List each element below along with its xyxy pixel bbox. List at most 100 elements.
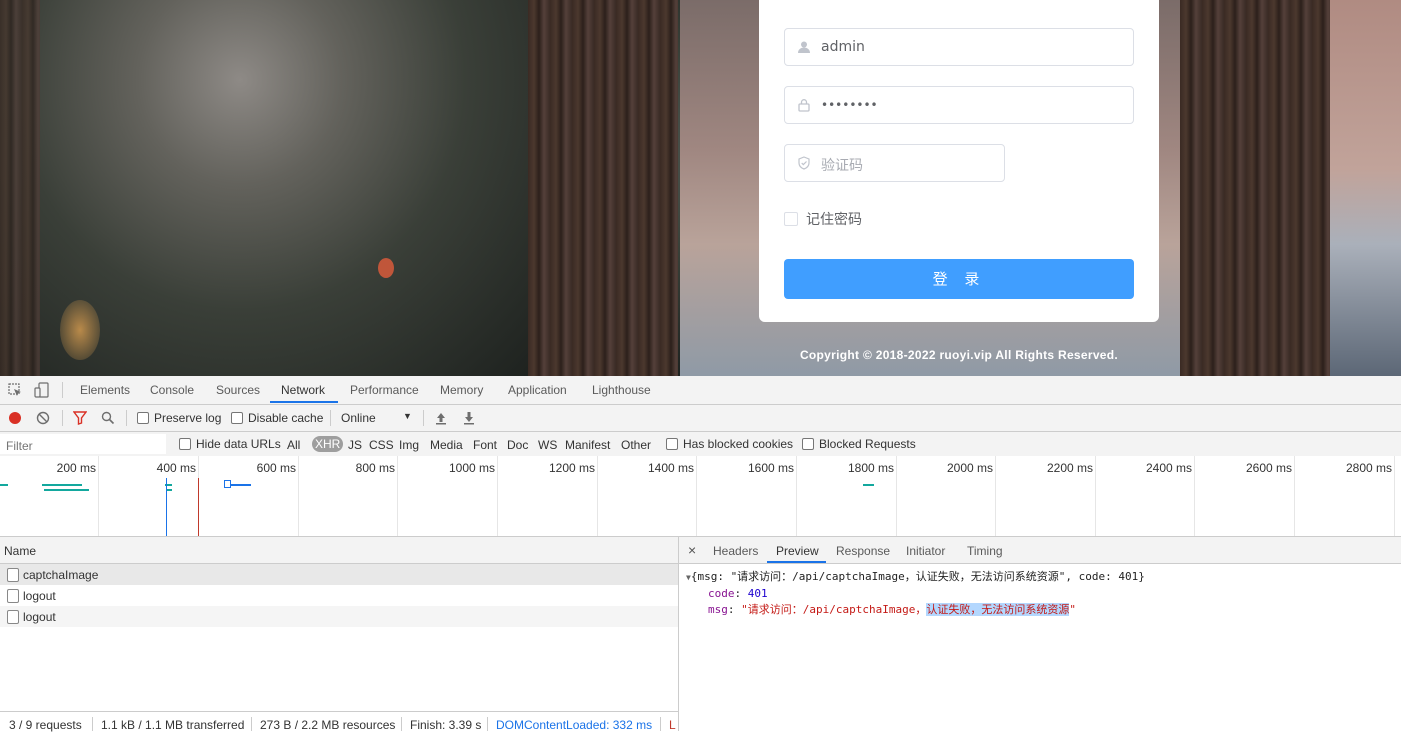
throttle-value: Online xyxy=(341,411,376,425)
tab-timing[interactable]: Timing xyxy=(967,544,1003,558)
waterfall-bar xyxy=(44,489,89,491)
timeline-gridline xyxy=(796,456,797,536)
status-separator xyxy=(251,717,252,731)
filter-input[interactable]: Filter xyxy=(0,434,166,454)
bokeh-light xyxy=(60,300,100,360)
device-toolbar-icon[interactable] xyxy=(34,382,50,398)
timeline-gridline xyxy=(597,456,598,536)
blocked-requests-checkbox[interactable] xyxy=(802,438,814,450)
has-blocked-cookies-checkbox[interactable] xyxy=(666,438,678,450)
export-har-icon[interactable] xyxy=(462,411,476,425)
filter-type-img[interactable]: Img xyxy=(399,438,419,452)
panel-divider[interactable] xyxy=(678,537,679,731)
preserve-log-toggle[interactable]: Preserve log xyxy=(137,411,221,425)
password-value: •••••••• xyxy=(821,98,878,112)
json-value-msg-end: " xyxy=(1069,603,1076,616)
json-value-msg-selected: 认证失败，无法访问系统资源 xyxy=(926,603,1070,616)
throttle-select[interactable]: Online ▼ xyxy=(341,411,413,425)
request-list-header[interactable]: Name xyxy=(0,537,678,564)
filter-type-font[interactable]: Font xyxy=(473,438,497,452)
timeline-tick-label: 600 ms xyxy=(256,461,296,475)
tab-initiator[interactable]: Initiator xyxy=(906,544,945,558)
timeline-tick-label: 1200 ms xyxy=(548,461,595,475)
json-key-msg: msg xyxy=(708,603,728,616)
inspect-element-icon[interactable] xyxy=(8,383,22,397)
tab-response[interactable]: Response xyxy=(836,544,890,558)
password-field[interactable]: •••••••• xyxy=(784,86,1134,124)
tab-application[interactable]: Application xyxy=(508,383,567,397)
hide-data-urls-toggle[interactable]: Hide data URLs xyxy=(179,437,281,451)
timeline-gridline xyxy=(298,456,299,536)
filter-type-media[interactable]: Media xyxy=(430,438,463,452)
request-row[interactable]: logout xyxy=(0,585,678,606)
tab-headers[interactable]: Headers xyxy=(713,544,758,558)
tab-elements[interactable]: Elements xyxy=(80,383,130,397)
clear-icon[interactable] xyxy=(36,411,50,425)
captcha-field[interactable]: 验证码 xyxy=(784,144,1005,182)
timeline-gridline xyxy=(98,456,99,536)
remember-password[interactable]: 记住密码 xyxy=(784,209,862,229)
disable-cache-toggle[interactable]: Disable cache xyxy=(231,411,323,425)
login-button[interactable]: 登 录 xyxy=(784,259,1134,299)
user-icon xyxy=(798,41,810,53)
filter-type-doc[interactable]: Doc xyxy=(507,438,528,452)
timeline-tick-label: 2000 ms xyxy=(946,461,993,475)
disable-cache-checkbox[interactable] xyxy=(231,412,243,424)
search-icon[interactable] xyxy=(101,411,115,425)
timeline-tick-label: 2600 ms xyxy=(1245,461,1292,475)
request-row[interactable]: logout xyxy=(0,606,678,627)
copyright-text: Copyright © 2018-2022 ruoyi.vip All Righ… xyxy=(799,348,1119,362)
filter-type-manifest[interactable]: Manifest xyxy=(565,438,610,452)
preview-json-tree[interactable]: ▼{msg: "请求访问：/api/captchaImage，认证失败，无法访问… xyxy=(686,569,1145,618)
username-value: admin xyxy=(821,39,865,55)
tab-performance[interactable]: Performance xyxy=(350,383,419,397)
filter-type-ws[interactable]: WS xyxy=(538,438,557,452)
json-code-line: code: 401 xyxy=(708,587,768,600)
blocked-requests-label: Blocked Requests xyxy=(819,437,916,451)
timeline-tick-label: 2200 ms xyxy=(1046,461,1093,475)
has-blocked-cookies-toggle[interactable]: Has blocked cookies xyxy=(666,437,793,451)
status-domcontentloaded: DOMContentLoaded: 332 ms xyxy=(496,718,653,732)
filter-type-js[interactable]: JS xyxy=(348,438,362,452)
network-overview-timeline[interactable]: 200 ms 400 ms 600 ms 800 ms 1000 ms 1200… xyxy=(0,456,1401,537)
wood-post-right xyxy=(1180,0,1330,376)
import-har-icon[interactable] xyxy=(434,411,448,425)
tab-network[interactable]: Network xyxy=(281,383,325,397)
waterfall-bar xyxy=(0,484,8,486)
status-load: L xyxy=(669,718,676,732)
status-transferred: 1.1 kB / 1.1 MB transferred xyxy=(101,718,245,732)
tab-sources[interactable]: Sources xyxy=(216,383,260,397)
preserve-log-label: Preserve log xyxy=(154,411,222,425)
hide-data-urls-checkbox[interactable] xyxy=(179,438,191,450)
request-name: logout xyxy=(23,589,56,603)
filter-type-other[interactable]: Other xyxy=(621,438,651,452)
timeline-gridline xyxy=(1394,456,1395,536)
disable-cache-label: Disable cache xyxy=(248,411,324,425)
waterfall-bar xyxy=(42,484,82,486)
devtools-tabbar: Elements Console Sources Network Perform… xyxy=(0,376,1401,405)
preserve-log-checkbox[interactable] xyxy=(137,412,149,424)
name-column-header[interactable]: Name xyxy=(4,544,36,558)
filter-bar: Filter Hide data URLs All XHR JS CSS Img… xyxy=(0,432,1401,457)
filter-icon[interactable] xyxy=(73,411,87,425)
filter-type-css[interactable]: CSS xyxy=(369,438,394,452)
remember-checkbox[interactable] xyxy=(784,212,798,226)
tab-console[interactable]: Console xyxy=(150,383,194,397)
blocked-requests-toggle[interactable]: Blocked Requests xyxy=(802,437,916,451)
timeline-gridline xyxy=(995,456,996,536)
filter-type-all[interactable]: All xyxy=(287,438,300,452)
bokeh-light xyxy=(378,258,394,278)
tab-preview[interactable]: Preview xyxy=(776,544,819,558)
timeline-tick-label: 1000 ms xyxy=(448,461,495,475)
request-row[interactable]: captchaImage xyxy=(0,564,678,585)
timeline-gridline xyxy=(1294,456,1295,536)
record-icon[interactable] xyxy=(8,411,22,425)
json-summary-line[interactable]: ▼{msg: "请求访问：/api/captchaImage，认证失败，无法访问… xyxy=(686,569,1145,586)
tab-lighthouse[interactable]: Lighthouse xyxy=(592,383,651,397)
timeline-tick-label: 800 ms xyxy=(355,461,395,475)
username-field[interactable]: admin xyxy=(784,28,1134,66)
json-summary: {msg: "请求访问：/api/captchaImage，认证失败，无法访问系… xyxy=(690,570,1145,583)
tab-memory[interactable]: Memory xyxy=(440,383,483,397)
close-icon[interactable]: × xyxy=(688,542,696,558)
filter-type-xhr[interactable]: XHR xyxy=(312,436,344,452)
